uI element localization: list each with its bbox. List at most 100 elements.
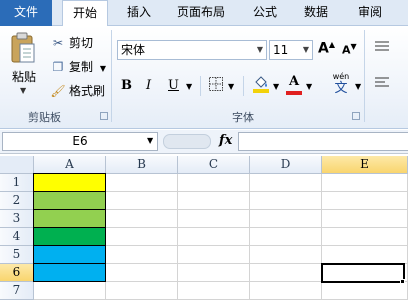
cell-a6[interactable] xyxy=(33,263,106,282)
cell-a7[interactable] xyxy=(34,282,106,300)
tab-data[interactable]: 数据 xyxy=(296,0,336,26)
cell-d3[interactable] xyxy=(250,210,322,228)
cell-a5[interactable] xyxy=(33,245,106,264)
caret-down-icon: ▼ xyxy=(350,42,357,51)
tab-file[interactable]: 文件 xyxy=(0,0,52,26)
dialog-launcher-icon[interactable] xyxy=(100,112,108,120)
tab-formulas[interactable]: 公式 xyxy=(248,0,282,26)
tab-insert[interactable]: 插入 xyxy=(118,0,160,26)
cell-a2[interactable] xyxy=(33,191,106,210)
fill-handle[interactable] xyxy=(400,279,405,284)
grow-font-button[interactable]: A▲ xyxy=(318,40,335,57)
copy-button[interactable]: ❐ 复制 ▼ xyxy=(50,58,106,76)
cell-d1[interactable] xyxy=(250,174,322,192)
insert-function-button[interactable]: fx xyxy=(219,133,232,148)
paste-label: 粘贴 xyxy=(12,70,37,84)
formula-input[interactable] xyxy=(238,132,408,151)
cell-c3[interactable] xyxy=(178,210,250,228)
borders-button[interactable] xyxy=(208,76,224,96)
cell-b3[interactable] xyxy=(106,210,178,228)
clipboard-icon xyxy=(11,32,35,63)
tab-page-layout[interactable]: 页面布局 xyxy=(168,0,234,26)
cell-c7[interactable] xyxy=(178,282,250,300)
chevron-down-icon[interactable]: ▼ xyxy=(228,82,234,91)
cell-b7[interactable] xyxy=(106,282,178,300)
cell-c1[interactable] xyxy=(178,174,250,192)
cell-e1[interactable] xyxy=(322,174,408,192)
font-name-combo[interactable]: 宋体 ▼ xyxy=(117,40,267,60)
cell-a1[interactable] xyxy=(33,173,106,192)
cell-c4[interactable] xyxy=(178,228,250,246)
cut-label: 剪切 xyxy=(69,36,94,50)
cell-e3[interactable] xyxy=(322,210,408,228)
copy-label: 复制 xyxy=(69,60,94,74)
paint-bucket-icon xyxy=(253,76,269,93)
cell-d7[interactable] xyxy=(250,282,322,300)
font-name-value: 宋体 xyxy=(121,43,146,57)
align-top-icon[interactable] xyxy=(374,40,390,58)
cell-e4[interactable] xyxy=(322,228,408,246)
chevron-down-icon[interactable]: ▼ xyxy=(186,82,192,91)
bold-button[interactable]: B xyxy=(121,78,132,93)
cell-d6[interactable] xyxy=(250,264,322,282)
borders-icon xyxy=(209,77,223,91)
tab-home[interactable]: 开始 xyxy=(62,0,108,27)
row-header-2[interactable]: 2 xyxy=(0,192,34,210)
cell-b6[interactable] xyxy=(106,264,178,282)
cell-b5[interactable] xyxy=(106,246,178,264)
row-header-4[interactable]: 4 xyxy=(0,228,34,246)
format-painter-button[interactable]: 🖌 格式刷 xyxy=(50,82,105,100)
column-header-b[interactable]: B xyxy=(106,156,178,174)
name-box[interactable]: E6 xyxy=(2,132,158,151)
dialog-launcher-icon[interactable] xyxy=(352,112,360,120)
cell-a4[interactable] xyxy=(33,227,106,246)
italic-button[interactable]: I xyxy=(146,78,151,93)
cell-b4[interactable] xyxy=(106,228,178,246)
row-header-5[interactable]: 5 xyxy=(0,246,34,264)
formula-bar: E6 ▼ fx xyxy=(0,130,408,154)
row-header-3[interactable]: 3 xyxy=(0,210,34,228)
active-cell-selection[interactable] xyxy=(321,263,405,283)
spreadsheet-grid[interactable]: ABCDE 1234567 xyxy=(0,156,408,306)
font-color-button[interactable]: A xyxy=(286,74,302,95)
underline-button[interactable]: U xyxy=(168,78,179,93)
cell-e7[interactable] xyxy=(322,282,408,300)
fill-color-button[interactable] xyxy=(252,74,270,98)
cut-button[interactable]: ✂ 剪切 xyxy=(50,34,93,52)
cell-e2[interactable] xyxy=(322,192,408,210)
column-header-e[interactable]: E xyxy=(322,156,408,174)
font-color-swatch xyxy=(286,91,302,95)
row-header-7[interactable]: 7 xyxy=(0,282,34,300)
cell-b1[interactable] xyxy=(106,174,178,192)
row-header-6[interactable]: 6 xyxy=(0,264,34,282)
group-divider xyxy=(364,30,365,122)
chevron-down-icon[interactable]: ▼ xyxy=(147,136,153,145)
chevron-down-icon[interactable]: ▼ xyxy=(355,82,361,91)
cell-a3[interactable] xyxy=(33,209,106,228)
shrink-font-button[interactable]: A▼ xyxy=(342,42,357,57)
paintbrush-icon: 🖌 xyxy=(50,84,66,98)
tab-review[interactable]: 审阅 xyxy=(350,0,390,26)
cell-d2[interactable] xyxy=(250,192,322,210)
select-all-corner[interactable] xyxy=(0,156,34,174)
chevron-down-icon[interactable]: ▼ xyxy=(306,82,312,91)
cell-c2[interactable] xyxy=(178,192,250,210)
cell-d5[interactable] xyxy=(250,246,322,264)
cell-b2[interactable] xyxy=(106,192,178,210)
cell-e5[interactable] xyxy=(322,246,408,264)
formula-bar-grip[interactable] xyxy=(163,134,211,149)
column-header-c[interactable]: C xyxy=(178,156,250,174)
phonetic-guide-button[interactable]: wén 文 xyxy=(326,72,356,96)
ribbon: 粘贴 ▼ ✂ 剪切 ❐ 复制 ▼ 🖌 格式刷 剪贴板 宋体 ▼ 11 ▼ A▲ A▼ … xyxy=(0,26,408,129)
cell-d4[interactable] xyxy=(250,228,322,246)
align-left-icon[interactable] xyxy=(374,76,390,94)
row-header-1[interactable]: 1 xyxy=(0,174,34,192)
font-size-combo[interactable]: 11 ▼ xyxy=(269,40,313,60)
phonetic-char: 文 xyxy=(334,81,348,96)
cell-c5[interactable] xyxy=(178,246,250,264)
divider xyxy=(243,76,244,96)
column-header-d[interactable]: D xyxy=(250,156,322,174)
column-header-a[interactable]: A xyxy=(34,156,106,174)
chevron-down-icon[interactable]: ▼ xyxy=(273,82,279,91)
cell-c6[interactable] xyxy=(178,264,250,282)
